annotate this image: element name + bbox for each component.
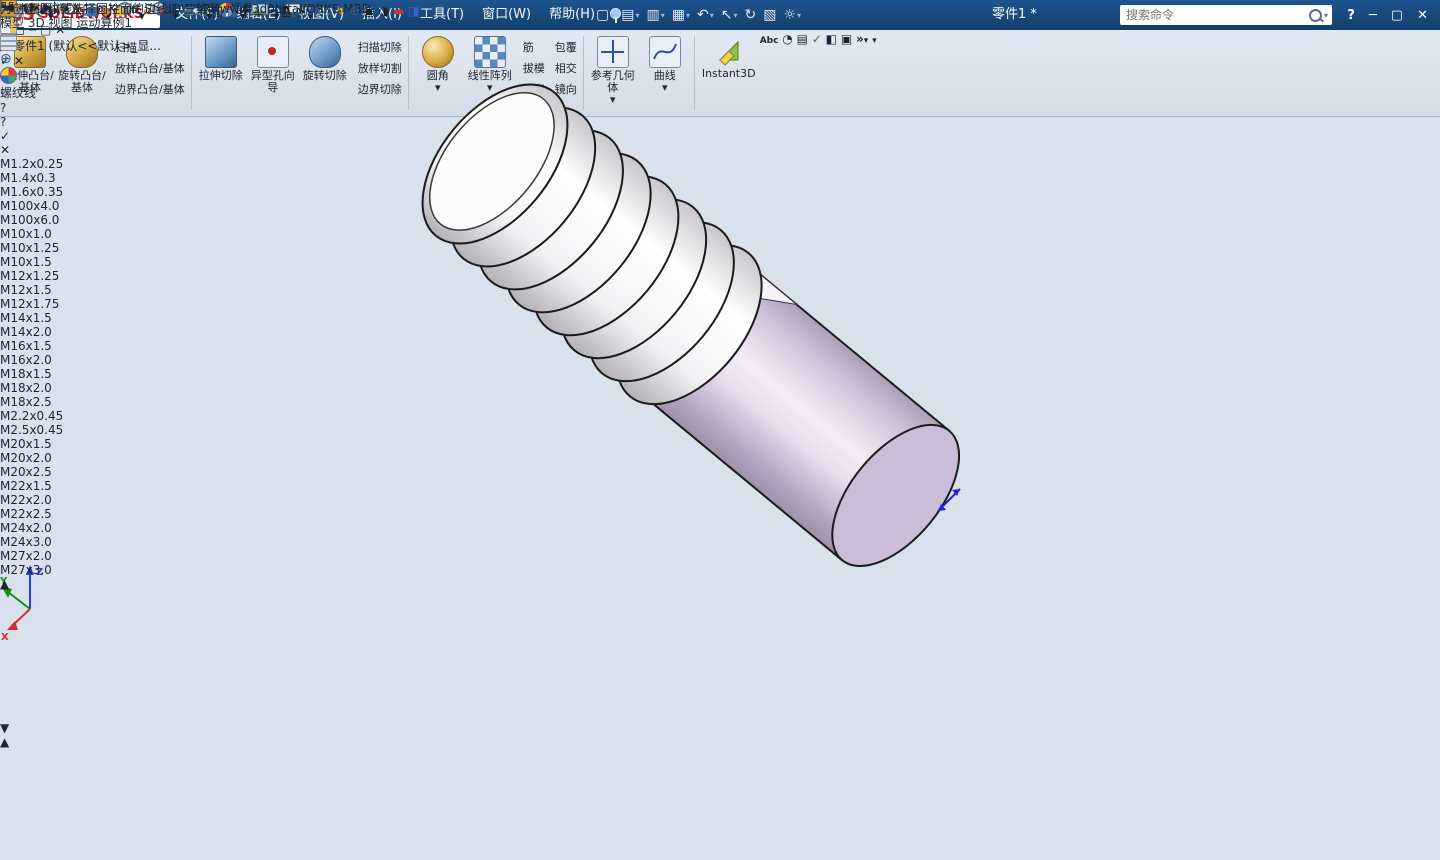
list-item[interactable]: M20x2.0 [0, 451, 194, 465]
status-message: 为创建螺纹线选择圆柱面的边线。 [0, 2, 181, 16]
propertymanager-title: 螺纹线 [0, 86, 37, 100]
chevron-down-icon[interactable]: ▾ [610, 11, 614, 20]
stud-geometry[interactable] [394, 58, 989, 595]
file-properties-icon: ▧ [763, 7, 777, 23]
list-item[interactable]: M10x1.25 [0, 241, 194, 255]
list-item[interactable]: M20x2.5 [0, 465, 194, 479]
panel-scrollbar[interactable]: ▲ ▼ [0, 735, 16, 860]
new-document-button[interactable]: ▢ ▾ [596, 7, 614, 23]
list-item[interactable]: M18x2.0 [0, 381, 194, 395]
scrollbar-thumb[interactable] [0, 591, 13, 721]
command-search: ▾ [1120, 5, 1332, 25]
file-properties-button[interactable]: ▧ [763, 7, 776, 23]
close-button[interactable]: ✕ [1417, 8, 1428, 23]
undo-button[interactable]: ↶ ▾ [697, 7, 714, 23]
status-bar: 为创建螺纹线选择圆柱面的边线。 三维网www.3dportal.cn [0, 0, 321, 17]
scroll-down-icon[interactable]: ▼ [0, 721, 13, 735]
options-button[interactable]: ☼ ▾ [783, 7, 801, 23]
cancel-button[interactable]: ✕ [0, 143, 207, 157]
print-icon: ▦ [671, 7, 685, 23]
select-icon: ↖ [720, 7, 733, 23]
list-item[interactable]: M20x1.5 [0, 437, 194, 451]
list-item[interactable]: M22x2.5 [0, 507, 194, 521]
save-icon: ▥ [646, 7, 660, 23]
chevron-down-icon[interactable]: ▾ [635, 11, 639, 20]
watermark: 三维网www.3dportal.cn [183, 2, 321, 16]
help-button[interactable]: ? [1347, 8, 1355, 23]
list-item[interactable]: M1.6x0.35 [0, 185, 194, 199]
dimxpertmanager-tab[interactable]: ⊕ [0, 51, 207, 67]
list-item[interactable]: M10x1.5 [0, 255, 194, 269]
instant2d-icon[interactable]: ◨ [408, 4, 419, 18]
print-button[interactable]: ▦ ▾ [672, 7, 690, 23]
list-item[interactable]: M12x1.25 [0, 269, 194, 283]
undo-icon: ↶ [697, 7, 709, 23]
displaymanager-icon [0, 67, 17, 84]
dimxpert-icon: ⊕ [0, 51, 12, 67]
minimize-button[interactable]: ─ [1369, 8, 1377, 23]
open-button[interactable]: ▤ ▾ [621, 7, 639, 23]
list-item[interactable]: M14x2.0 [0, 325, 194, 339]
list-item-selected[interactable]: M10x1.0 [0, 227, 194, 241]
list-item[interactable]: M18x2.5 [0, 395, 194, 409]
chevron-down-icon[interactable]: ▾ [1324, 11, 1328, 20]
property-manager-panel: ⊕ 螺纹线 ? ? ✓ ✕ M1.2x0.25 M1.4x0.3 M1.6x0.… [0, 0, 207, 860]
scroll-up-icon[interactable]: ▲ [0, 577, 13, 591]
window-controls: ? ─ ▢ ✕ [1347, 0, 1428, 30]
rebuild-icon: ↻ [744, 7, 757, 23]
accept-button[interactable]: ✓ [0, 129, 207, 143]
list-item[interactable]: M2.5x0.45 [0, 423, 194, 437]
displaymanager-tab[interactable] [0, 67, 207, 84]
thread-size-list[interactable]: M1.2x0.25 M1.4x0.3 M1.6x0.35 M100x4.0 M1… [0, 157, 207, 735]
chevron-down-icon[interactable]: ▾ [661, 11, 665, 20]
select-button[interactable]: ↖ ▾ [721, 7, 738, 23]
measure-icon[interactable]: ⊕ [350, 4, 360, 18]
chevron-down-icon[interactable]: ▾ [797, 11, 801, 20]
shaded-contours-icon[interactable]: ◑ [379, 4, 389, 18]
help-icon[interactable]: ? [0, 115, 207, 129]
sketch-picture-icon[interactable]: ▣ [364, 4, 375, 18]
list-item[interactable]: M100x4.0 [0, 199, 194, 213]
solidworks-window: ƷS SOLIDWORKS 文件(F) 编辑(E) 视图(V) 插入(I) 工具… [0, 0, 1440, 860]
chevron-down-icon[interactable]: ▾ [733, 11, 737, 20]
list-item[interactable]: M22x2.0 [0, 493, 194, 507]
configurations-icon [0, 34, 17, 51]
search-input[interactable] [1124, 7, 1307, 23]
list-item[interactable]: M14x1.5 [0, 311, 194, 325]
search-icon[interactable] [1308, 8, 1322, 22]
rebuild-button[interactable]: ↻ [745, 7, 757, 23]
list-item[interactable]: M18x1.5 [0, 367, 194, 381]
pin-help-icon[interactable]: ? [0, 101, 207, 115]
maximize-button[interactable]: ▢ [1391, 8, 1403, 23]
list-item[interactable]: M12x1.5 [0, 283, 194, 297]
list-scrollbar[interactable]: ▲ ▼ [0, 577, 13, 735]
save-button[interactable]: ▥ ▾ [647, 7, 665, 23]
open-icon: ▤ [621, 7, 635, 23]
chevron-down-icon[interactable]: ▾ [686, 11, 690, 20]
list-item[interactable]: M22x1.5 [0, 479, 194, 493]
quick-snaps-icon[interactable]: ↯ [336, 4, 346, 18]
list-item[interactable]: M27x2.0 [0, 549, 194, 563]
list-item[interactable]: M2.2x0.45 [0, 409, 194, 423]
list-item[interactable]: M24x2.0 [0, 521, 194, 535]
list-item[interactable]: M16x2.0 [0, 353, 194, 367]
plane-icon[interactable]: ◇ [323, 4, 332, 18]
options-gear-icon: ☼ [783, 7, 797, 23]
configuration-manager-tab[interactable] [0, 34, 207, 51]
exit-sketch-icon[interactable]: ▬ [393, 4, 404, 18]
chevron-down-icon[interactable]: ▾ [710, 11, 714, 20]
new-document-icon: ▢ [596, 7, 610, 23]
scroll-up-icon[interactable]: ▲ [0, 735, 16, 749]
list-item[interactable]: M1.4x0.3 [0, 171, 194, 185]
list-item[interactable]: M100x6.0 [0, 213, 194, 227]
list-item[interactable]: M12x1.75 [0, 297, 194, 311]
scrollbar-thumb[interactable] [0, 749, 16, 860]
list-item[interactable]: M27x3.0 [0, 563, 194, 577]
list-item[interactable]: M24x3.0 [0, 535, 194, 549]
list-item[interactable]: M16x1.5 [0, 339, 194, 353]
list-item[interactable]: M1.2x0.25 [0, 157, 194, 171]
